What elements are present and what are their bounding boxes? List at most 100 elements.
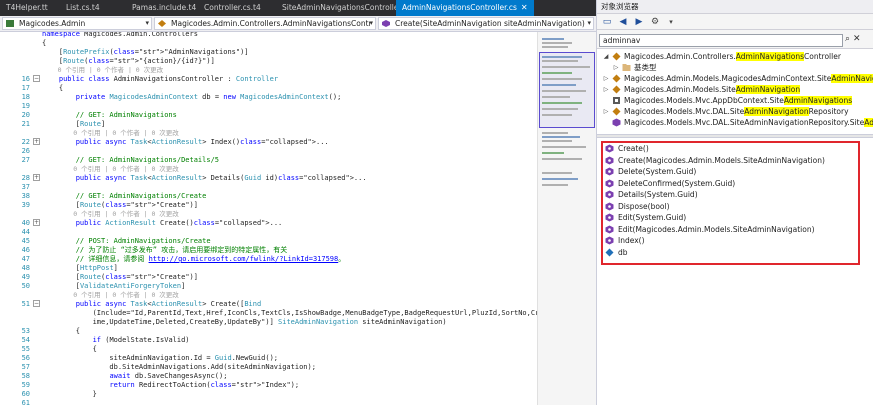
tree-node[interactable]: Magicodes.Models.Mvc.AppDbContext.SiteAd…: [603, 95, 853, 106]
search-match-highlight: AdminNavigations: [735, 52, 805, 61]
close-icon[interactable]: ✕: [521, 0, 528, 16]
member-item[interactable]: Create(Magicodes.Admin.Models.SiteAdminN…: [605, 155, 825, 166]
search-match-highlight: AdminNavigation: [744, 107, 809, 116]
property-icon: [612, 96, 621, 105]
member-item[interactable]: Edit(Magicodes.Admin.Models.SiteAdminNav…: [605, 224, 815, 235]
chevron-down-icon: ▾: [145, 19, 149, 27]
tab-controller-cs-t4[interactable]: Controller.cs.t4: [198, 0, 276, 16]
object-browser-title: 对象浏览器: [597, 0, 873, 14]
field-icon: [605, 248, 614, 257]
member-label: Details(System.Guid): [618, 190, 698, 199]
settings-gear-icon[interactable]: ⚙: [649, 16, 661, 28]
member-item[interactable]: Dispose(bool): [605, 201, 670, 212]
scrollbar-mark: [542, 60, 578, 62]
document-tab-bar: T4Helper.tt List.cs.t4 Pamas.include.t4 Con…: [0, 0, 596, 16]
tree-node[interactable]: ▷ Magicodes.Models.Mvc.DAL.SiteAdminNavig…: [603, 106, 849, 117]
back-icon[interactable]: ◀: [617, 16, 629, 28]
member-item[interactable]: Index(): [605, 235, 645, 246]
tab-pamas-include-t4[interactable]: Pamas.include.t4: [126, 0, 198, 16]
line-number-margin: 16−17 18 19 20 21 22 +26 27 28 +37 38 39 40 +44 45 46 47…: [0, 32, 42, 405]
scrollbar-mark: [542, 136, 580, 138]
tree-node[interactable]: ▷ 基类型: [613, 62, 657, 73]
expand-toggle-icon[interactable]: ▷: [603, 84, 609, 95]
tree-node[interactable]: ▷ Magicodes.Admin.Models.SiteAdminNavigat…: [603, 84, 801, 95]
code-editor[interactable]: 16−17 18 19 20 21 22 +26 27 28 +37 38 39 40 +44 45 46 47…: [0, 32, 537, 405]
tree-node-label: Magicodes.Models.Mvc.AppDbContext.SiteAd…: [624, 95, 853, 106]
tree-node-label: Magicodes.Admin.Controllers.AdminNavigat…: [624, 51, 841, 62]
tab-t4helper-tt[interactable]: T4Helper.tt: [0, 0, 60, 16]
fold-toggle-icon[interactable]: −: [33, 300, 40, 307]
tree-node-text: Magicodes.Models.Mvc.DAL.Site: [624, 107, 745, 116]
chevron-down-icon[interactable]: ▾: [665, 16, 677, 28]
vertical-scrollbar-map[interactable]: [537, 32, 596, 405]
browse-scope-icon[interactable]: ▭: [601, 16, 613, 28]
member-label: Create(): [618, 144, 649, 153]
tree-node-label: Magicodes.Models.Mvc.DAL.SiteAdminNaviga…: [624, 117, 873, 128]
close-icon[interactable]: ✕: [853, 34, 861, 44]
member-label: Index(): [618, 236, 645, 245]
tree-node-text: Repository: [808, 107, 849, 116]
tree-node-text: Magicodes.Models.Mvc.DAL.SiteAdminNaviga…: [624, 118, 865, 127]
expand-toggle-icon[interactable]: ▷: [603, 73, 609, 84]
expand-toggle-icon[interactable]: ▷: [603, 106, 609, 117]
forward-icon[interactable]: ▶: [633, 16, 645, 28]
code-text-area[interactable]: namespace Magicodes.Admin.Controllers{ […: [42, 32, 537, 405]
class-icon: [612, 85, 621, 94]
tree-node[interactable]: ▷ Magicodes.Admin.Models.MagicodesAdminCo…: [603, 73, 873, 84]
tab-siteadminnavigationscontroller-cs-t4[interactable]: SiteAdminNavigationsController.cs.t4: [276, 0, 396, 16]
tree-node-text: Magicodes.Admin.Controllers.: [624, 52, 736, 61]
tree-node[interactable]: ◢ Magicodes.Admin.Controllers.AdminNaviga…: [603, 51, 841, 62]
scrollbar-mark: [542, 38, 564, 40]
expand-toggle-icon[interactable]: ▷: [613, 62, 619, 73]
tab-adminnavigationscontroller-cs[interactable]: AdminNavigationsController.cs ✕: [396, 0, 534, 16]
member-item[interactable]: Edit(System.Guid): [605, 212, 686, 223]
member-dropdown[interactable]: Create(SiteAdminNavigation siteAdminNavi…: [378, 17, 594, 30]
tree-node[interactable]: Magicodes.Models.Mvc.DAL.SiteAdminNaviga…: [603, 117, 873, 128]
object-browser-toolbar: ▭ ◀ ▶ ⚙ ▾: [597, 14, 873, 30]
tab-label: List.cs.t4: [66, 3, 100, 12]
navigation-bar: Magicodes.Admin ▾ Magicodes.Admin.Contro…: [0, 16, 596, 32]
code-line[interactable]: [42, 398, 537, 405]
fold-toggle-icon[interactable]: +: [33, 219, 40, 226]
members-list[interactable]: Create() Create(Magicodes.Admin.Models.Si…: [597, 138, 873, 405]
member-item[interactable]: DeleteConfirmed(System.Guid): [605, 178, 735, 189]
tree-node-label: Magicodes.Admin.Models.MagicodesAdminCon…: [624, 73, 873, 84]
tab-list-cs-t4[interactable]: List.cs.t4: [60, 0, 126, 16]
search-icon[interactable]: ⌕: [845, 34, 850, 44]
project-dropdown[interactable]: Magicodes.Admin ▾: [2, 17, 152, 30]
fold-toggle-icon[interactable]: +: [33, 138, 40, 145]
tab-label: Controller.cs.t4: [204, 3, 261, 12]
scrollbar-mark: [542, 42, 572, 44]
member-label: DeleteConfirmed(System.Guid): [618, 178, 736, 188]
class-dropdown[interactable]: Magicodes.Admin.Controllers.AdminNavigat…: [154, 17, 376, 30]
member-item[interactable]: Create(): [605, 143, 649, 154]
scrollbar-mark: [542, 184, 568, 186]
member-label: db: [618, 247, 628, 257]
tree-node-text: Magicodes.Admin.Models.MagicodesAdminCon…: [624, 74, 832, 83]
class-dropdown-label: Magicodes.Admin.Controllers.AdminNavigat…: [171, 19, 372, 28]
scrollbar-mark: [542, 108, 578, 110]
search-match-highlight: AdminN: [864, 118, 873, 127]
expand-toggle-icon[interactable]: ◢: [603, 51, 609, 62]
fold-toggle-icon[interactable]: −: [33, 75, 40, 82]
scrollbar-mark: [542, 102, 582, 104]
csharp-project-icon: [6, 20, 14, 27]
member-dropdown-label: Create(SiteAdminNavigation siteAdminNavi…: [395, 19, 585, 28]
project-dropdown-label: Magicodes.Admin: [19, 19, 86, 28]
tab-label: Pamas.include.t4: [132, 3, 197, 12]
method-icon: [605, 236, 614, 245]
object-browser-search-input[interactable]: [599, 34, 843, 47]
member-item[interactable]: Details(System.Guid): [605, 189, 698, 200]
fold-toggle-icon[interactable]: +: [33, 174, 40, 181]
scrollbar-mark: [542, 96, 570, 98]
method-icon: [382, 20, 390, 27]
object-tree[interactable]: ◢ Magicodes.Admin.Controllers.AdminNaviga…: [597, 48, 873, 134]
member-label: Edit(System.Guid): [618, 213, 687, 222]
tree-node-text: Controller: [804, 52, 841, 61]
member-item[interactable]: Delete(System.Guid): [605, 166, 696, 177]
member-item[interactable]: db: [605, 247, 628, 258]
method-icon: [605, 144, 614, 153]
method-icon: [605, 179, 614, 188]
search-match-highlight: AdminNavigations: [783, 96, 853, 105]
member-label: Edit(Magicodes.Admin.Models.SiteAdminNav…: [618, 224, 815, 234]
